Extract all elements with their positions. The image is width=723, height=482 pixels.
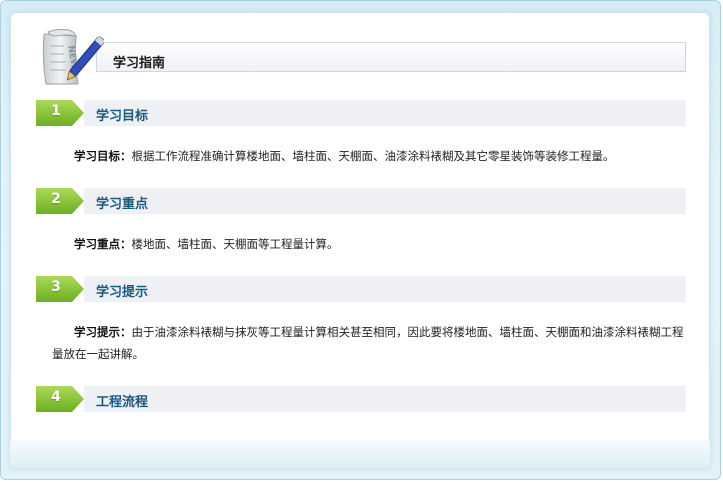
section-1-lead: 学习目标： [74, 149, 132, 163]
section-3-lead: 学习提示： [74, 325, 132, 339]
page-title: 学习指南 [113, 56, 166, 71]
section-1-number: 1 [51, 103, 61, 119]
section-3-bar [84, 276, 686, 302]
section-2-body: 学习重点：楼地面、墙柱面、天棚面等工程量计算。 [52, 233, 692, 255]
section-1-body: 学习目标：根据工作流程准确计算楼地面、墙柱面、天棚面、油漆涂料裱糊及其它零星装饰… [52, 145, 692, 167]
section-3-title: 学习提示 [96, 285, 149, 300]
news-newspaper-pen-icon: NEW [42, 28, 104, 85]
section-2-lead: 学习重点： [74, 237, 132, 251]
section-1-text: 根据工作流程准确计算楼地面、墙柱面、天棚面、油漆涂料裱糊及其它零星装饰等装修工程… [131, 149, 615, 163]
section-4-number: 4 [51, 389, 61, 405]
section-4-title[interactable]: 工程流程 [96, 391, 148, 410]
section-3-text: 由于油漆涂料裱糊与抹灰等工程量计算相关甚至相同，因此要将楼地面、墙柱面、天棚面和… [52, 325, 684, 361]
section-3-number: 3 [51, 279, 61, 295]
section-1-bar [84, 100, 686, 126]
header-bar [96, 42, 686, 72]
section-2-bar [84, 188, 686, 214]
section-2-title: 学习重点 [96, 197, 149, 212]
section-1-title: 学习目标 [96, 109, 149, 124]
section-4-bar [84, 386, 686, 412]
panel-footer-strip [10, 440, 710, 468]
section-3-body: 学习提示：由于油漆涂料裱糊与抹灰等工程量计算相关甚至相同，因此要将楼地面、墙柱面… [52, 321, 692, 365]
section-2-text: 楼地面、墙柱面、天棚面等工程量计算。 [131, 237, 339, 251]
section-2-number: 2 [51, 191, 61, 207]
